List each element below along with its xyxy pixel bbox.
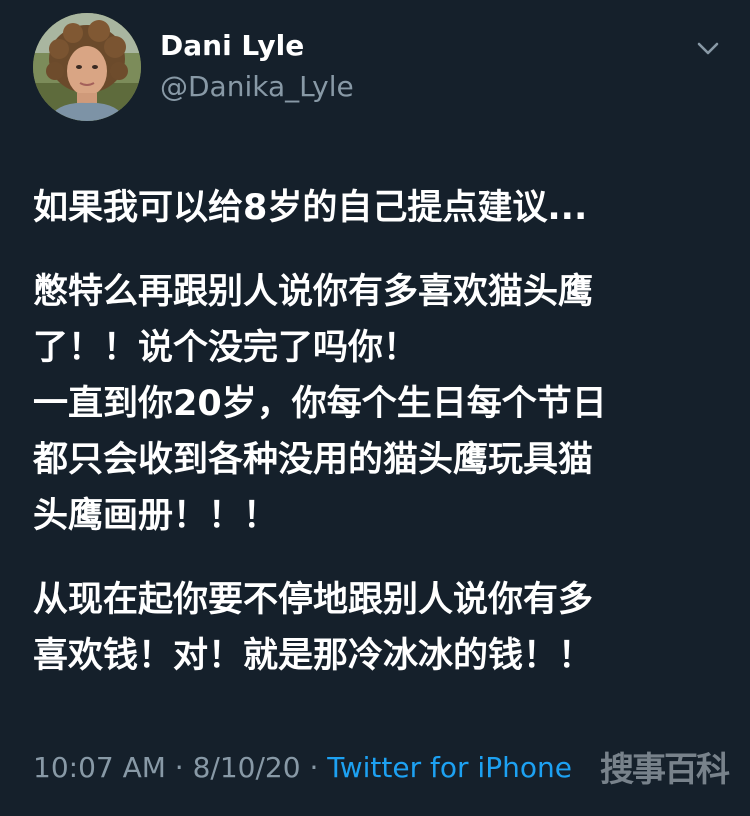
tweet-line: 都只会收到各种没用的猫头鹰玩具猫	[33, 440, 594, 480]
avatar[interactable]	[33, 13, 141, 121]
tweet-line: 一直到你20岁，你每个生日每个节日	[33, 384, 607, 424]
meta-separator: ·	[165, 751, 193, 784]
chevron-down-icon[interactable]	[694, 36, 722, 60]
author-display-name[interactable]: Dani Lyle	[160, 29, 304, 62]
tweet-paragraph: 从现在起你要不停地跟别人说你有多 喜欢钱！对！就是那冷冰冰的钱！！	[33, 572, 733, 684]
author-handle[interactable]: @Danika_Lyle	[160, 70, 354, 103]
tweet-line: 喜欢钱！对！就是那冷冰冰的钱！！	[33, 636, 594, 676]
tweet-text: 如果我可以给8岁的自己提点建议... 憋特么再跟别人说你有多喜欢猫头鹰 了！！说…	[33, 180, 733, 684]
tweet-line: 从现在起你要不停地跟别人说你有多	[33, 580, 594, 620]
tweet-source-link[interactable]: Twitter for iPhone	[327, 751, 572, 784]
tweet-time[interactable]: 10:07 AM	[33, 751, 166, 784]
tweet-paragraph: 如果我可以给8岁的自己提点建议...	[33, 180, 733, 236]
watermark-logo: 搜事百科	[600, 750, 730, 790]
tweet-line: 了！！说个没完了吗你！	[33, 328, 419, 368]
tweet-paragraph: 憋特么再跟别人说你有多喜欢猫头鹰 了！！说个没完了吗你！ 一直到你20岁，你每个…	[33, 264, 733, 544]
tweet-meta: 10:07 AM · 8/10/20 · Twitter for iPhone	[33, 751, 572, 784]
meta-separator: ·	[300, 751, 328, 784]
tweet-line: 憋特么再跟别人说你有多喜欢猫头鹰	[33, 272, 594, 312]
tweet-line: 如果我可以给8岁的自己提点建议...	[33, 188, 588, 228]
avatar-photo	[33, 13, 141, 121]
tweet-date[interactable]: 8/10/20	[193, 751, 301, 784]
tweet-line: 头鹰画册！！！	[33, 496, 279, 536]
